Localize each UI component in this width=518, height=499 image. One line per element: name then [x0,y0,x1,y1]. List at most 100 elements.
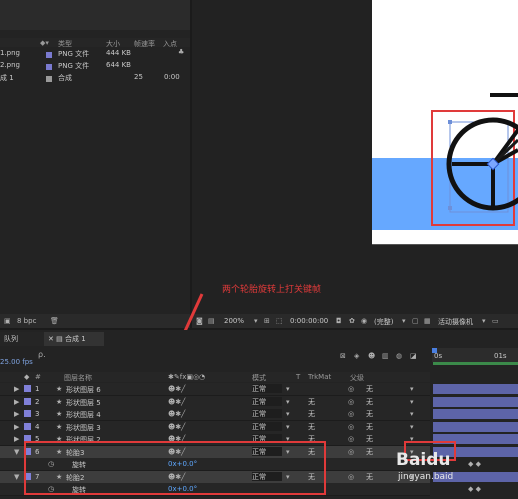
chevron-down-icon[interactable]: ▾ [254,317,258,325]
chevron-down-icon[interactable]: ▾ [286,398,290,406]
region-icon[interactable]: ⬚ [276,317,283,325]
chevron-down-icon[interactable]: ▾ [286,410,290,418]
label-swatch[interactable] [24,385,31,392]
shy-icon[interactable]: ☻✱╱ [168,410,185,418]
pickwhip-icon[interactable]: ◎ [348,473,354,481]
pickwhip-icon[interactable]: ◎ [348,410,354,418]
comp-mini-flowchart-icon[interactable]: ⊠ [340,352,346,360]
parent-select[interactable]: 无 [366,447,373,457]
chevron-down-icon[interactable]: ▾ [410,385,414,393]
item-size: 644 KB [106,61,131,69]
chevron-down-icon[interactable]: ▾ [402,317,406,325]
tab-comp-1[interactable]: ✕ ▤ 合成 1 [44,332,104,346]
chevron-down-icon[interactable]: ▾ [410,423,414,431]
chevron-right-icon[interactable]: ▶ [14,435,19,443]
parent-select[interactable]: 无 [366,472,373,482]
pickwhip-icon[interactable]: ◎ [348,435,354,443]
parent-select[interactable]: 无 [366,422,373,432]
camera-select[interactable]: 活动摄像机 [438,317,473,327]
frame-blending-icon[interactable]: ▥ [382,352,389,360]
chevron-right-icon[interactable]: ▼ [14,448,19,456]
label-swatch[interactable] [24,423,31,430]
shy-layers-icon[interactable]: ☻ [368,352,375,360]
chevron-down-icon[interactable]: ▾ [286,385,290,393]
pickwhip-icon[interactable]: ◎ [348,448,354,456]
shy-icon[interactable]: ☻✱╱ [168,398,185,406]
camera-icon[interactable]: ◘ [336,317,342,325]
layer-name[interactable]: 形状图层 6 [66,385,101,395]
col-in[interactable]: 入点 [163,39,177,49]
table-row[interactable]: ▶ 1 ★ 形状图层 6 ☻✱╱ 正常 ▾ ◎ 无 ▾ [0,383,430,396]
zoom-select[interactable]: 200% [224,317,244,325]
bpc-button[interactable]: 8 bpc [17,317,36,325]
layer-name[interactable]: 形状图层 5 [66,398,101,408]
interpret-footage-icon[interactable]: ▣ [4,317,11,325]
chevron-right-icon[interactable]: ▶ [14,385,19,393]
chevron-right-icon[interactable]: ▶ [14,398,19,406]
layer-name[interactable]: 形状图层 3 [66,423,101,433]
parent-select[interactable]: 无 [366,397,373,407]
timecode[interactable]: 0:00:00:00 [290,317,328,325]
close-icon[interactable]: ✕ [48,335,54,343]
item-type: PNG 文件 [58,62,90,70]
parent-select[interactable]: 无 [366,384,373,394]
list-item[interactable]: 1.png PNG 文件 444 KB [0,49,190,60]
time-ruler[interactable]: 0s 01s [432,348,518,362]
view-mode-select[interactable]: (完整) [374,317,393,327]
shy-icon[interactable]: ☻✱╱ [168,385,185,393]
mode-select[interactable]: 正常 [252,384,282,393]
list-item[interactable]: 成 1 合成 25 0:00 [0,73,190,84]
trash-icon[interactable]: 🗑 [50,317,59,325]
graph-editor-icon[interactable]: ◪ [410,352,417,360]
motion-blur-icon[interactable]: ◍ [396,352,402,360]
region-of-interest-icon[interactable]: ▢ [412,317,419,325]
mode-value: 正常 [252,410,266,418]
parent-select[interactable]: 无 [366,434,373,444]
color-icon[interactable]: ✿ [349,317,355,325]
layer-duration-bar[interactable] [433,422,518,432]
tab-queue[interactable]: 队列 [0,332,48,346]
col-fps[interactable]: 帧速率 [134,39,155,49]
work-area-bar[interactable] [433,362,518,365]
chevron-down-icon[interactable]: ▾ [482,317,486,325]
chevron-down-icon[interactable]: ▾ [410,410,414,418]
list-item[interactable]: 2.png PNG 文件 644 KB [0,61,190,72]
draft-3d-icon[interactable]: ◈ [354,352,359,360]
trkmat-select[interactable]: 无 [308,397,315,407]
mode-select[interactable]: 正常 [252,397,282,406]
chevron-down-icon[interactable]: ▾ [286,423,290,431]
layer-duration-bar[interactable] [433,384,518,394]
wheel-graphic[interactable] [430,80,518,230]
label-swatch[interactable] [24,410,31,417]
label-swatch[interactable] [24,398,31,405]
mode-select[interactable]: 正常 [252,409,282,418]
layer-duration-bar[interactable] [433,409,518,419]
parent-value: 无 [366,448,373,456]
switches-icon: ✱✎fx▣◎◔ [168,373,206,381]
search-input[interactable]: ρ. [38,350,46,359]
playhead-icon[interactable] [432,348,437,353]
pickwhip-icon[interactable]: ◎ [348,398,354,406]
chevron-right-icon[interactable]: ▼ [14,473,19,481]
trkmat-select[interactable]: 无 [308,409,315,419]
views-icon[interactable]: ▭ [492,317,499,325]
transparency-grid-icon[interactable]: ▦ [424,317,431,325]
trkmat-select[interactable]: 无 [308,422,315,432]
channel-icon[interactable]: ◉ [361,317,367,325]
chevron-right-icon[interactable]: ▶ [14,423,19,431]
parent-select[interactable]: 无 [366,409,373,419]
pickwhip-icon[interactable]: ◎ [348,423,354,431]
table-row[interactable]: ▶ 3 ★ 形状图层 4 ☻✱╱ 正常 ▾ 无 ◎ 无 ▾ [0,408,430,421]
pickwhip-icon[interactable]: ◎ [348,385,354,393]
chevron-down-icon[interactable]: ▾ [410,398,414,406]
hierarchy-icon[interactable]: ♣ [178,48,184,56]
col-layer-name[interactable]: 图层名称 [64,373,92,383]
mode-select[interactable]: 正常 [252,422,282,431]
grid-icon[interactable]: ⊞ [264,317,270,325]
chevron-right-icon[interactable]: ▶ [14,410,19,418]
col-type[interactable]: 类型 [58,39,72,49]
layer-duration-bar[interactable] [433,397,518,407]
layer-name[interactable]: 形状图层 4 [66,410,101,420]
shy-icon[interactable]: ☻✱╱ [168,423,185,431]
col-size[interactable]: 大小 [106,39,120,49]
